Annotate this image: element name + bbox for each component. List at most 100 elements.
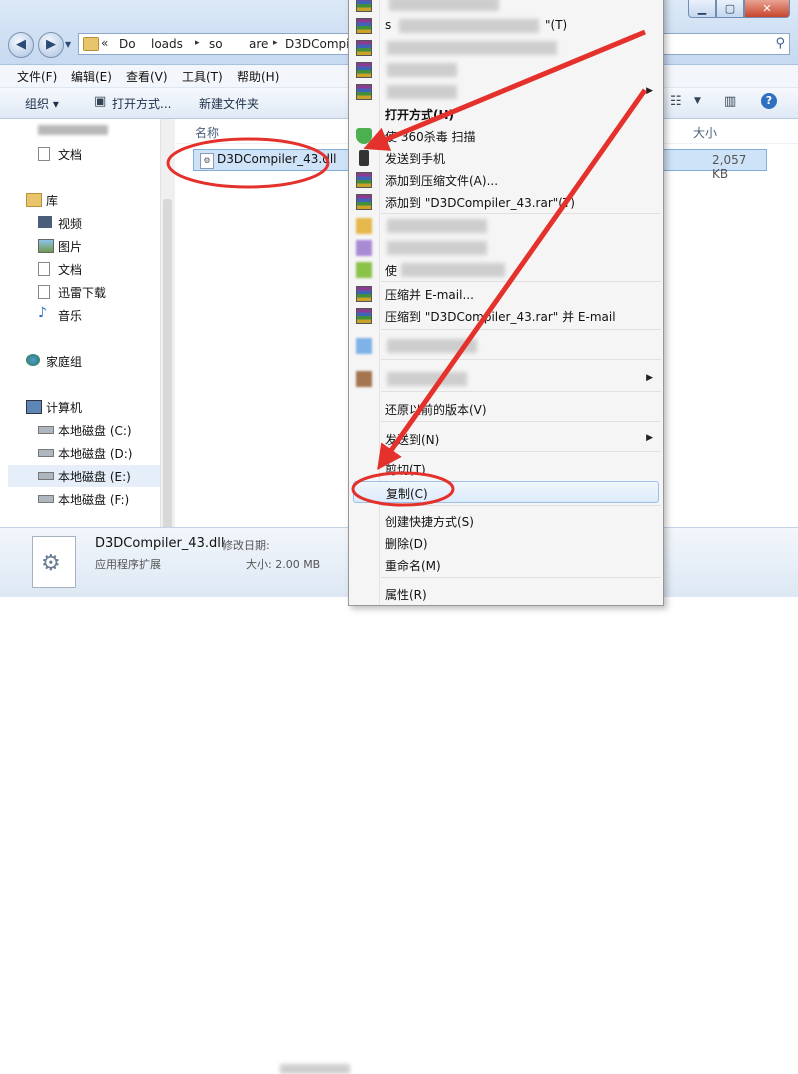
menu-edit[interactable]: 编辑(E)	[71, 68, 112, 85]
breadcrumb-part[interactable]: D3DCompi	[285, 37, 349, 51]
nav-item-label: 音乐	[58, 309, 83, 323]
breadcrumb-part[interactable]: loads	[151, 37, 183, 51]
nav-item-drive-e[interactable]: 本地磁盘 (E:)	[8, 465, 160, 487]
forward-button[interactable]: ▶	[38, 32, 64, 58]
nav-item-drive-c[interactable]: 本地磁盘 (C:)	[0, 419, 160, 441]
menu-tools[interactable]: 工具(T)	[182, 68, 223, 85]
details-file-size: 大小: 2.00 MB	[246, 558, 321, 571]
ctx-item-blurred[interactable]	[349, 59, 663, 81]
ctx-item-blurred-submenu[interactable]: ▶	[349, 368, 663, 390]
close-button[interactable]: ✕	[744, 0, 790, 18]
ctx-item-add-to-archive[interactable]: 添加到压缩文件(A)...	[349, 169, 663, 191]
ctx-item-compress-rar-email[interactable]: 压缩到 "D3DCompiler_43.rar" 并 E-mail	[349, 305, 663, 327]
ctx-item-cut[interactable]: 剪切(T)	[349, 458, 663, 480]
ctx-item-label: s	[385, 18, 392, 32]
recent-pages-dropdown-icon[interactable]: ▼	[65, 40, 71, 49]
open-with-button[interactable]: 打开方式...	[112, 95, 171, 112]
phone-icon	[359, 150, 369, 166]
new-folder-button[interactable]: 新建文件夹	[199, 95, 259, 112]
nav-item-documents[interactable]: 文档	[0, 143, 160, 165]
nav-item-drive-d[interactable]: 本地磁盘 (D:)	[0, 442, 160, 464]
column-header-name[interactable]: 名称	[195, 124, 219, 141]
nav-item-computer[interactable]: 计算机	[0, 396, 160, 418]
organize-button[interactable]: 组织 ▾	[25, 95, 59, 112]
sidebar-scrollbar[interactable]	[160, 119, 175, 529]
view-dropdown-icon[interactable]: ▼	[694, 96, 701, 106]
search-box[interactable]: ⚲	[660, 33, 790, 55]
nav-item-videos[interactable]: 视频	[0, 212, 160, 234]
ctx-item-blurred-rar[interactable]: s "(T)	[349, 15, 663, 37]
nav-item-library[interactable]: 库	[0, 189, 160, 211]
ctx-item-blurred-submenu[interactable]: ▶	[349, 81, 663, 103]
ctx-item-blurred[interactable]	[349, 37, 663, 59]
maximize-button[interactable]: ▢	[716, 0, 744, 18]
ctx-item-compress-email[interactable]: 压缩并 E-mail...	[349, 283, 663, 305]
rar-icon	[356, 286, 372, 302]
ctx-item-label: 删除(D)	[385, 537, 428, 551]
menu-file[interactable]: 文件(F)	[17, 68, 57, 85]
column-header-size[interactable]: 大小	[693, 124, 717, 141]
breadcrumb-part[interactable]: Do	[119, 37, 136, 51]
nav-item-blurred[interactable]	[0, 121, 160, 143]
nav-item-label: 本地磁盘 (C:)	[58, 424, 132, 438]
nav-item-music[interactable]: ♪ 音乐	[0, 304, 160, 326]
music-icon: ♪	[38, 305, 47, 321]
back-button[interactable]: ◀	[8, 32, 34, 58]
rar-icon	[356, 0, 372, 12]
ctx-item-360-scan[interactable]: 使 360杀毒 扫描	[349, 125, 663, 147]
folder-icon	[83, 37, 99, 51]
nav-item-label: 迅雷下载	[58, 286, 107, 300]
blurred-text	[389, 0, 499, 11]
ctx-item-copy[interactable]: 复制(C)	[353, 481, 659, 503]
drive-icon	[38, 472, 54, 480]
address-bar[interactable]: « Do loads ▸ so are ▸ D3DCompi	[78, 33, 350, 55]
ctx-item-rename[interactable]: 重命名(M)	[349, 554, 663, 576]
ctx-item-blurred[interactable]	[349, 0, 663, 15]
gold-icon	[356, 218, 372, 234]
ctx-item-open-with[interactable]: 打开方式(H)	[349, 103, 663, 125]
ctx-item-blurred[interactable]: 使	[349, 259, 663, 281]
document-icon	[38, 262, 50, 276]
ctx-item-restore-previous[interactable]: 还原以前的版本(V)	[349, 398, 663, 420]
navigation-pane: 文档 库 视频 图片 文档 迅雷下载 ♪ 音乐 家庭组 计算机 本地磁盘 (C:…	[0, 119, 175, 527]
minimize-button[interactable]: ▁	[688, 0, 716, 18]
view-options-icon[interactable]: ☷	[670, 94, 682, 109]
nav-item-homegroup[interactable]: 家庭组	[0, 350, 160, 372]
nav-item-label: 文档	[58, 263, 83, 277]
scrollbar-thumb[interactable]	[163, 199, 172, 529]
search-icon[interactable]: ⚲	[775, 36, 785, 51]
preview-pane-icon[interactable]: ▥	[724, 94, 736, 109]
blurred-text	[387, 219, 487, 233]
help-icon[interactable]: ?	[761, 93, 777, 109]
nav-item-label: 图片	[58, 240, 83, 254]
nav-item-documents[interactable]: 文档	[0, 258, 160, 280]
ctx-item-send-to[interactable]: 发送到(N) ▶	[349, 428, 663, 450]
ctx-item-add-to-rar[interactable]: 添加到 "D3DCompiler_43.rar"(T)	[349, 191, 663, 213]
breadcrumb-part[interactable]: so	[209, 37, 223, 51]
nav-item-label: 文档	[58, 148, 83, 162]
menu-separator	[381, 451, 661, 452]
ctx-item-blurred[interactable]	[349, 335, 663, 357]
ctx-item-blurred[interactable]	[349, 237, 663, 259]
ctx-item-properties[interactable]: 属性(R)	[349, 583, 663, 605]
nav-item-pictures[interactable]: 图片	[0, 235, 160, 257]
breadcrumb-part[interactable]: are	[249, 37, 268, 51]
context-menu: s "(T) ▶ 打开方式(H) 使 360杀毒 扫描 发送到手机 添加到压缩文…	[348, 0, 664, 606]
rar-icon	[356, 172, 372, 188]
breadcrumb-separator-icon: ▸	[195, 38, 200, 48]
ctx-item-send-to-phone[interactable]: 发送到手机	[349, 147, 663, 169]
menu-view[interactable]: 查看(V)	[126, 68, 168, 85]
ctx-item-label: 属性(R)	[385, 588, 427, 602]
blurred-text	[387, 63, 457, 77]
blue-icon	[356, 338, 372, 354]
ctx-item-blurred[interactable]	[349, 215, 663, 237]
nav-item-drive-f[interactable]: 本地磁盘 (F:)	[0, 488, 160, 510]
details-file-name: D3DCompiler_43.dll	[95, 536, 225, 551]
breadcrumb-separator-icon: ▸	[273, 38, 278, 48]
ctx-item-label: 添加到 "D3DCompiler_43.rar"(T)	[385, 196, 575, 210]
ctx-item-delete[interactable]: 删除(D)	[349, 532, 663, 554]
nav-item-thunder-downloads[interactable]: 迅雷下载	[0, 281, 160, 303]
menu-help[interactable]: 帮助(H)	[237, 68, 279, 85]
ctx-item-label: 添加到压缩文件(A)...	[385, 174, 499, 188]
ctx-item-create-shortcut[interactable]: 创建快捷方式(S)	[349, 510, 663, 532]
